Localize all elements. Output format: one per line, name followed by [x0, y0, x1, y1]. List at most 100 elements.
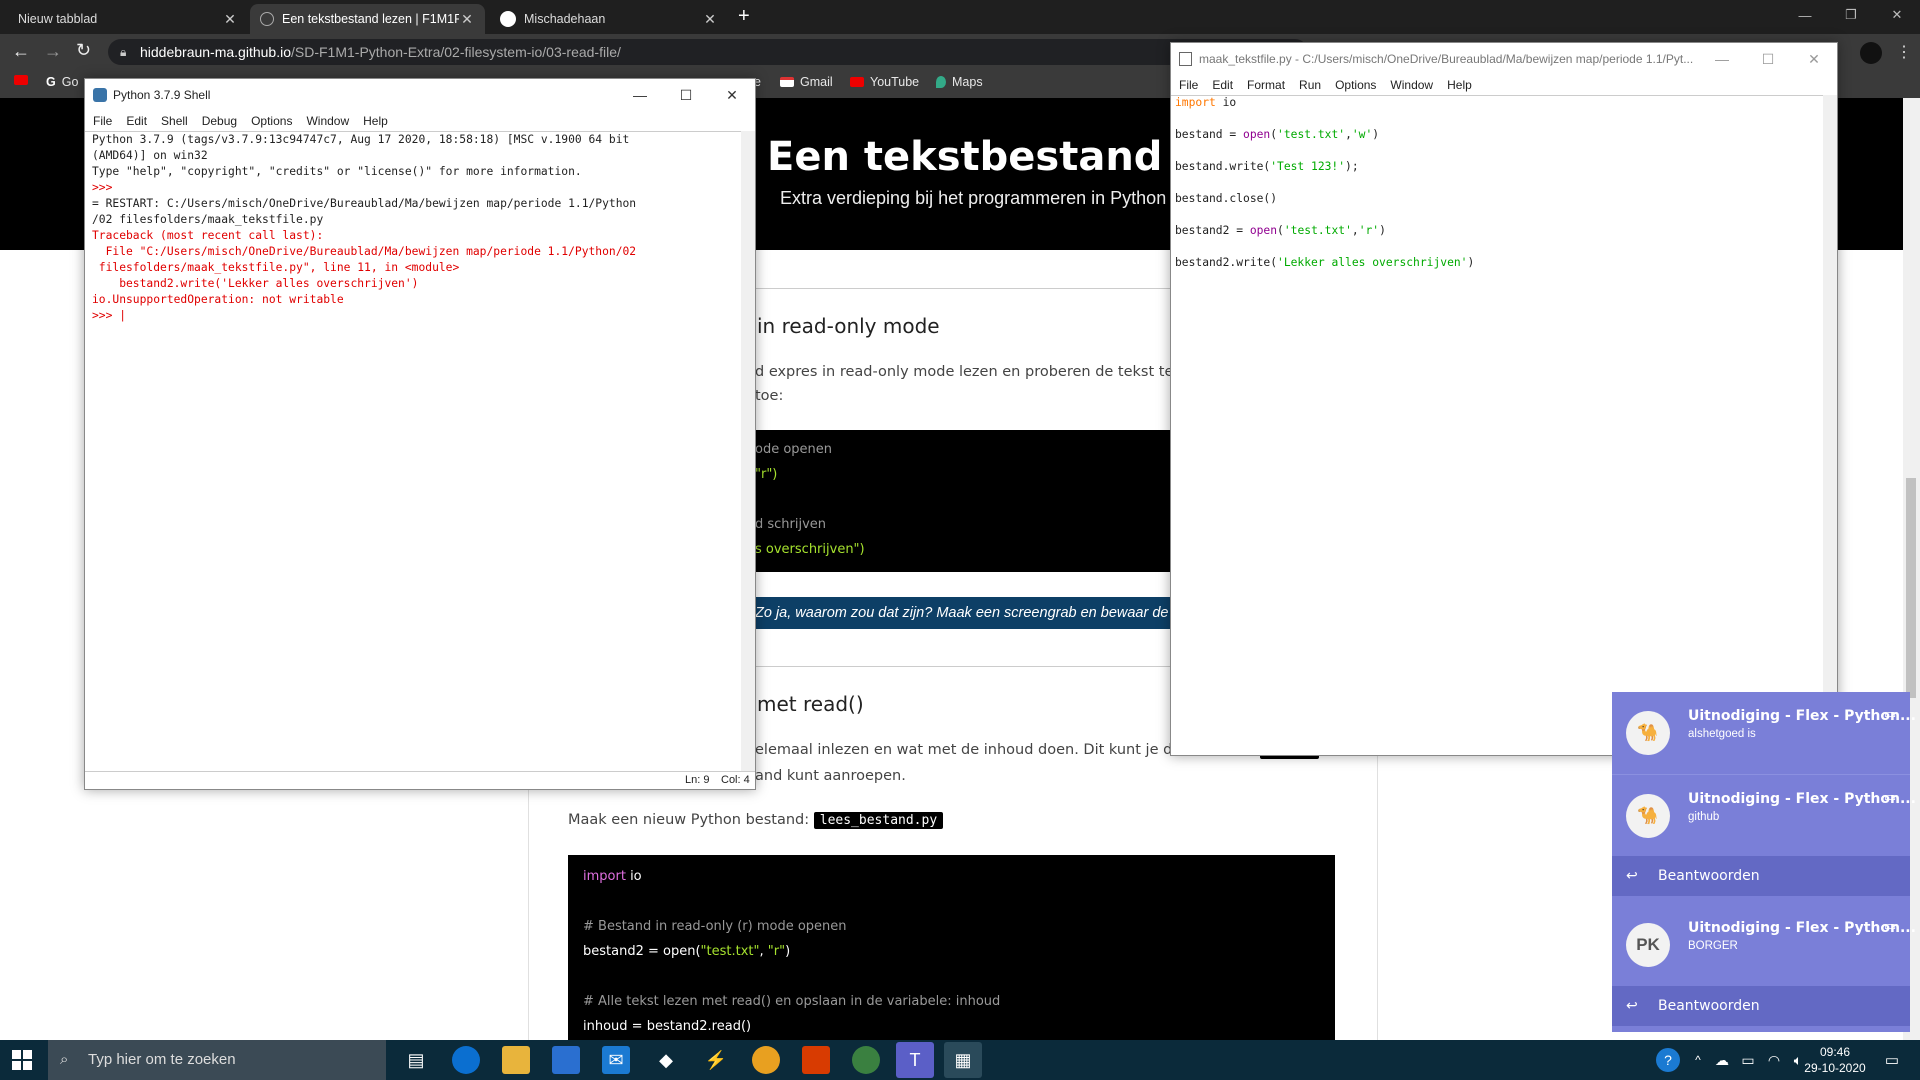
minimize-button[interactable]: —: [1782, 0, 1828, 30]
taskbar-search-input[interactable]: ⌕ Typ hier om te zoeken: [48, 1040, 386, 1080]
window-title: maak_tekstfile.py - C:/Users/misch/OneDr…: [1199, 52, 1694, 66]
more-menu-icon[interactable]: ⋮: [1896, 42, 1912, 62]
code-text: ): [1372, 128, 1380, 141]
notification-card[interactable]: 🐪 Uitnodiging - Flex - Python... github …: [1612, 774, 1916, 856]
menu-window[interactable]: Window: [306, 114, 349, 128]
notification-title: Uitnodiging - Flex - Python...: [1688, 708, 1916, 724]
reply-button[interactable]: ↩ Beantwoorden: [1612, 986, 1910, 1026]
office-icon[interactable]: [802, 1046, 830, 1074]
page-subtitle: Extra verdieping bij het programmeren in…: [780, 188, 1167, 208]
code-text: );: [1345, 160, 1359, 173]
minimize-button[interactable]: —: [1699, 43, 1745, 75]
bookmark-youtube[interactable]: YouTube: [850, 75, 919, 89]
store-icon[interactable]: [552, 1046, 580, 1074]
new-tab-button[interactable]: +: [738, 5, 750, 28]
divider: [755, 666, 1170, 667]
url-path: /SD-F1M1-Python-Extra/02-filesystem-io/0…: [291, 44, 621, 60]
mail-icon[interactable]: ✉: [602, 1046, 630, 1074]
editor-scrollbar[interactable]: [1823, 95, 1837, 735]
menu-shell[interactable]: Shell: [161, 114, 188, 128]
code-text: ,: [759, 944, 768, 959]
forward-arrow-icon[interactable]: →: [44, 41, 62, 62]
file-explorer-icon[interactable]: [502, 1046, 530, 1074]
action-center-icon[interactable]: ▭: [1878, 1046, 1906, 1074]
shell-output[interactable]: Python 3.7.9 (tags/v3.7.9:13c94747c7, Au…: [85, 131, 755, 771]
notification-card[interactable]: 🐪 Uitnodiging - Flex - Python... alshetg…: [1612, 692, 1916, 774]
code-line: inhoud = bestand2.read(): [583, 1019, 752, 1034]
close-icon[interactable]: ✕: [459, 11, 475, 28]
back-arrow-icon[interactable]: ←: [12, 41, 30, 62]
edge-icon[interactable]: [452, 1046, 480, 1074]
clock-time: 09:46: [1819, 1045, 1851, 1059]
network-icon[interactable]: ☁: [1708, 1046, 1736, 1074]
bookmark-maps[interactable]: Maps: [936, 75, 983, 89]
menu-options[interactable]: Options: [251, 114, 292, 128]
close-button[interactable]: ✕: [709, 79, 755, 111]
bolt-app-icon[interactable]: ⚡: [702, 1046, 730, 1074]
code-text: ): [785, 944, 791, 959]
close-window-button[interactable]: ✕: [1874, 0, 1920, 30]
menu-debug[interactable]: Debug: [202, 114, 237, 128]
reply-icon: ↩: [1626, 868, 1638, 884]
shell-scrollbar[interactable]: [741, 131, 755, 771]
editor-window: maak_tekstfile.py - C:/Users/misch/OneDr…: [1170, 42, 1838, 756]
bookmark-label: Go: [61, 75, 79, 89]
menu-file[interactable]: File: [93, 114, 112, 128]
code-line: bestand = open('test.txt','w'): [1175, 128, 1379, 141]
python-icon: [93, 88, 107, 102]
editor-text-area[interactable]: import io bestand = open('test.txt','w')…: [1171, 95, 1837, 735]
windows-start-icon[interactable]: [12, 1050, 32, 1070]
menu-options[interactable]: Options: [1335, 78, 1376, 92]
tab-label: Een tekstbestand lezen | F1M1Fle: [282, 12, 459, 26]
taskbar-clock[interactable]: 09:46 29-10-2020: [1804, 1044, 1866, 1076]
minimize-button[interactable]: —: [617, 79, 663, 111]
shell-error-line: io.UnsupportedOperation: not writable: [92, 293, 344, 306]
bookmark-google[interactable]: G Go: [46, 75, 78, 89]
menu-file[interactable]: File: [1179, 78, 1198, 92]
menu-run[interactable]: Run: [1299, 78, 1321, 92]
reply-button[interactable]: ↩ Beantwoorden: [1612, 856, 1910, 896]
restore-button[interactable]: ❐: [1828, 0, 1874, 30]
paragraph: and kunt aanroepen.: [755, 768, 906, 784]
help-icon[interactable]: ?: [1656, 1048, 1680, 1072]
url-bar[interactable]: 🔒︎ hiddebraun-ma.github.io/SD-F1M1-Pytho…: [108, 39, 1308, 65]
battery-icon[interactable]: ▭: [1734, 1046, 1762, 1074]
maximize-button[interactable]: ☐: [1745, 43, 1791, 75]
bookmark-youtube-app[interactable]: [14, 75, 28, 85]
chrome-profile-icon[interactable]: [852, 1046, 880, 1074]
profile-avatar[interactable]: [1860, 42, 1882, 64]
menu-window[interactable]: Window: [1390, 78, 1433, 92]
menu-help[interactable]: Help: [1447, 78, 1472, 92]
scrollbar-thumb[interactable]: [1906, 478, 1916, 698]
notification-card[interactable]: PK Uitnodiging - Flex - Python... BORGER…: [1612, 904, 1916, 986]
reply-label: Beantwoorden: [1658, 998, 1760, 1014]
bookmark-label: Gmail: [800, 75, 833, 89]
code-line: s overschrijven"): [755, 542, 865, 557]
shell-line: Python 3.7.9 (tags/v3.7.9:13c94747c7, Au…: [92, 133, 630, 146]
close-icon[interactable]: ✕: [222, 11, 238, 28]
close-icon[interactable]: ✕: [702, 11, 718, 28]
code-line: import io: [583, 869, 642, 884]
menu-format[interactable]: Format: [1247, 78, 1285, 92]
tab-new-tab[interactable]: Nieuw tabblad ✕: [8, 4, 248, 34]
close-button[interactable]: ✕: [1791, 43, 1837, 75]
idle-file-icon[interactable]: ▦: [944, 1042, 982, 1078]
window-title: Python 3.7.9 Shell: [113, 88, 211, 102]
tab-github[interactable]: Mischadehaan ✕: [490, 4, 728, 34]
chrome-icon[interactable]: [752, 1046, 780, 1074]
bookmark-gmail[interactable]: Gmail: [780, 75, 833, 89]
tab-active-page[interactable]: Een tekstbestand lezen | F1M1Fle ✕: [250, 4, 485, 34]
menu-help[interactable]: Help: [363, 114, 388, 128]
maximize-button[interactable]: ☐: [663, 79, 709, 111]
task-view-icon[interactable]: ▤: [402, 1046, 430, 1074]
dropbox-icon[interactable]: ◆: [652, 1046, 680, 1074]
code-builtin: open: [1243, 128, 1271, 141]
reload-icon[interactable]: ↻: [76, 40, 91, 61]
menu-edit[interactable]: Edit: [1212, 78, 1233, 92]
menu-edit[interactable]: Edit: [126, 114, 147, 128]
reply-label: Beantwoorden: [1658, 868, 1760, 884]
teams-icon[interactable]: T: [896, 1042, 934, 1078]
chat-icon: ▭: [1884, 789, 1897, 804]
clock-date: 29-10-2020: [1804, 1061, 1866, 1075]
code-string: 'test.txt': [1283, 224, 1352, 237]
